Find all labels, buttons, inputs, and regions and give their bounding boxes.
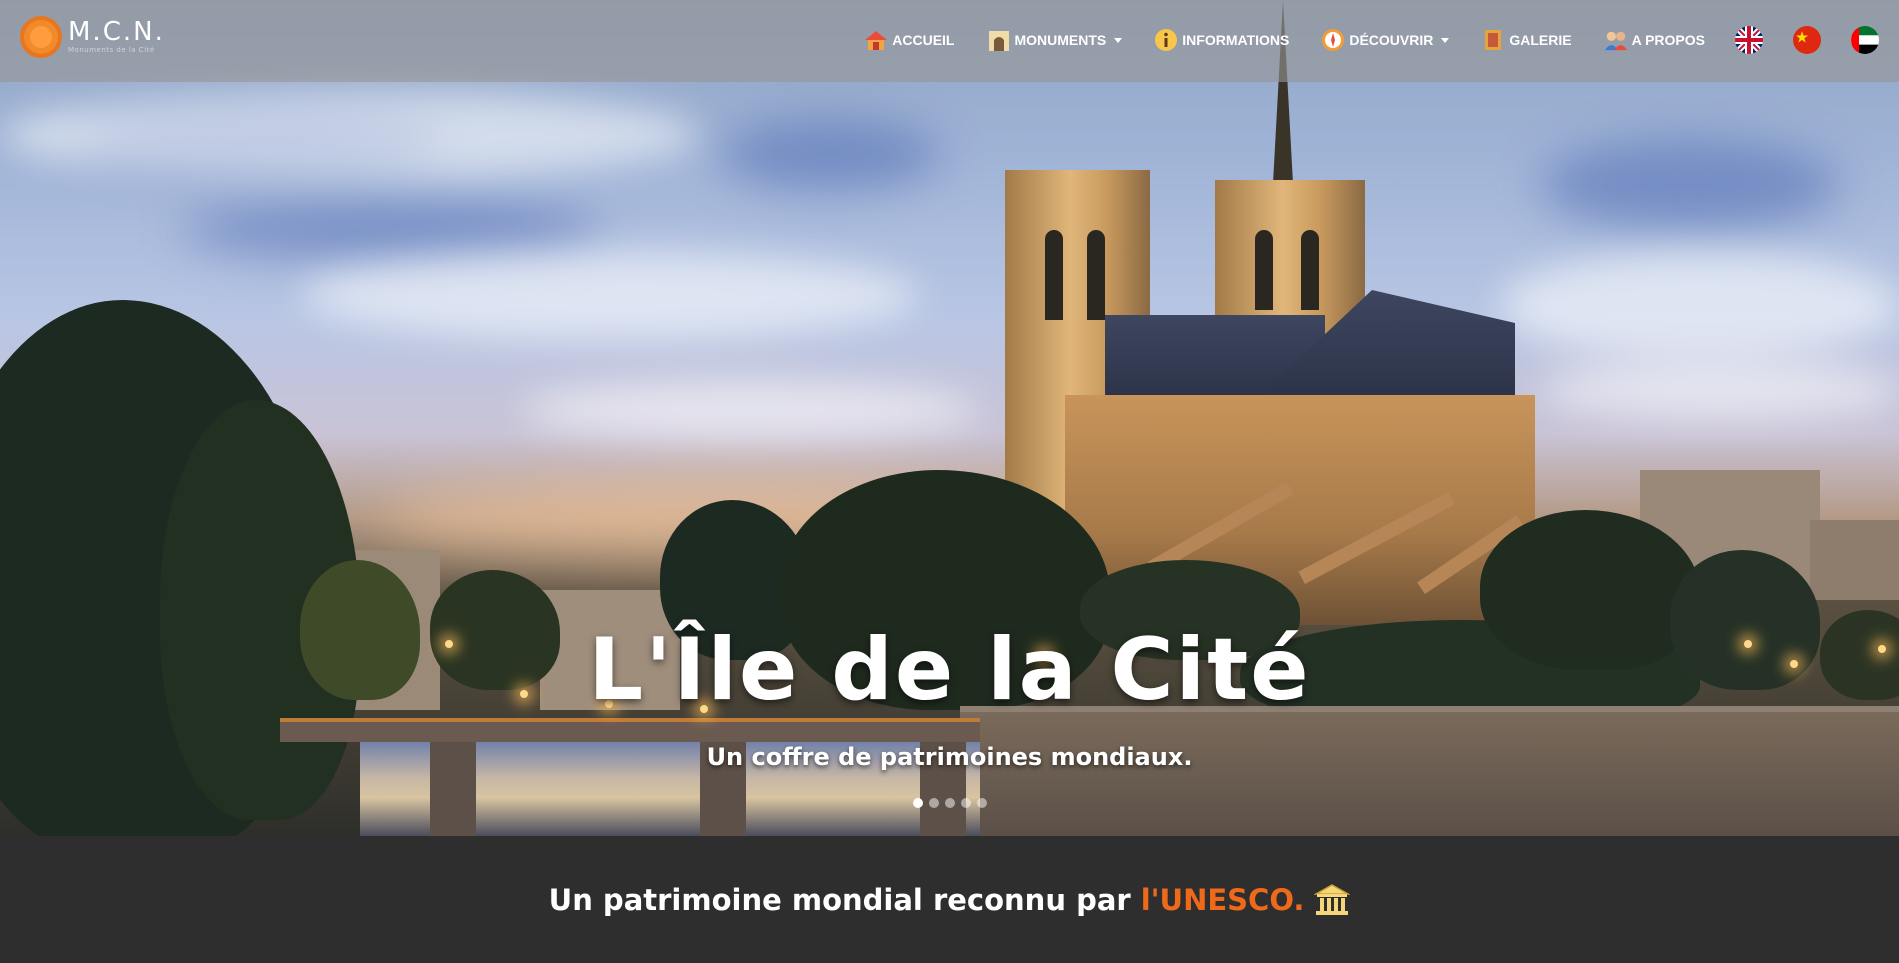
carousel-indicators — [910, 798, 990, 808]
banner-text: Un patrimoine mondial reconnu par — [548, 882, 1131, 917]
unesco-banner: Un patrimoine mondial reconnu par l'UNES… — [0, 836, 1899, 963]
nav-item-a-propos[interactable]: A propos — [1604, 28, 1705, 52]
nav-menu: Accueil Monuments Informations Découvrir — [864, 22, 1879, 58]
hero-carousel: L'Île de la Cité Un coffre de patrimoine… — [0, 0, 1899, 836]
people-icon — [1604, 28, 1628, 52]
brand-name: M.C.N. — [68, 17, 165, 47]
english-flag-icon[interactable] — [1735, 26, 1763, 54]
nav-item-label: Accueil — [892, 32, 955, 48]
compass-icon — [1321, 28, 1345, 52]
monument-icon — [987, 28, 1011, 52]
banner-accent: l'UNESCO. — [1140, 882, 1305, 917]
chevron-down-icon — [1441, 37, 1450, 43]
uae-flag-icon[interactable] — [1851, 26, 1879, 54]
nav-item-label: Informations — [1182, 32, 1290, 48]
carousel-indicator[interactable] — [977, 798, 987, 808]
info-icon — [1154, 28, 1178, 52]
nav-item-galerie[interactable]: Galerie — [1481, 28, 1572, 52]
hero-title: L'Île de la Cité — [588, 620, 1311, 720]
home-icon — [864, 28, 888, 52]
nav-item-decouvrir[interactable]: Découvrir — [1321, 28, 1450, 52]
nav-item-label: Monuments — [1014, 32, 1107, 48]
brand-logo-link[interactable]: M.C.N. Monuments de la Cité — [20, 16, 165, 58]
nav-item-label: Galerie — [1509, 32, 1572, 48]
carousel-indicator[interactable] — [929, 798, 939, 808]
nav-item-label: Découvrir — [1349, 32, 1434, 48]
navbar: M.C.N. Monuments de la Cité Accueil Monu… — [0, 0, 1899, 82]
nav-item-monuments[interactable]: Monuments — [987, 28, 1123, 52]
hero-subtitle: Un coffre de patrimoines mondiaux. — [706, 743, 1193, 771]
carousel-indicator[interactable] — [913, 798, 923, 808]
gallery-icon — [1481, 28, 1505, 52]
museum-icon — [1313, 883, 1352, 917]
logo-icon — [20, 16, 62, 58]
carousel-indicator[interactable] — [961, 798, 971, 808]
carousel-indicator[interactable] — [945, 798, 955, 808]
nav-item-informations[interactable]: Informations — [1154, 28, 1289, 52]
chinese-flag-icon[interactable] — [1793, 26, 1821, 54]
chevron-down-icon — [1114, 37, 1123, 43]
nav-item-label: A propos — [1631, 32, 1705, 48]
nav-item-accueil[interactable]: Accueil — [864, 28, 955, 52]
brand-subtitle: Monuments de la Cité — [68, 46, 155, 54]
